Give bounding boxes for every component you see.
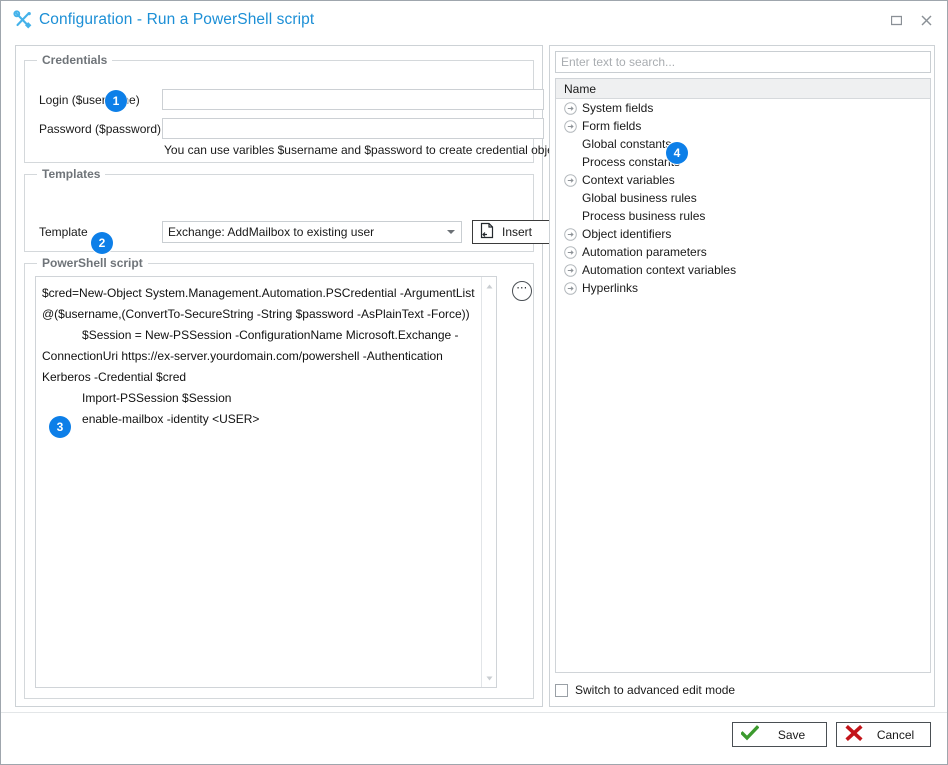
powershell-script-group: PowerShell script $cred=New-Object Syste…: [24, 256, 535, 699]
tree-item[interactable]: Form fields: [556, 117, 930, 135]
tree-item-label: Automation parameters: [582, 245, 707, 259]
tree-item[interactable]: Process business rules: [556, 207, 930, 225]
chevron-down-icon: [447, 230, 455, 234]
expand-arrow-icon[interactable]: [562, 244, 578, 260]
tree-item[interactable]: Automation parameters: [556, 243, 930, 261]
save-button-label: Save: [777, 727, 806, 742]
credentials-group: Credentials Login ($username) Password (…: [24, 53, 563, 163]
tree-item-label: Object identifiers: [582, 227, 672, 241]
close-icon[interactable]: [913, 7, 939, 33]
callout-badge-1: 1: [105, 90, 127, 112]
advanced-edit-mode-checkbox[interactable]: [555, 683, 568, 697]
script-scrollbar[interactable]: [481, 277, 496, 687]
tree-item[interactable]: Object identifiers: [556, 225, 930, 243]
cancel-button[interactable]: Cancel: [836, 722, 931, 747]
tree-item[interactable]: Process constants: [556, 153, 930, 171]
credentials-hint: You can use varibles $username and $pass…: [164, 143, 564, 157]
window-controls: [883, 1, 939, 39]
callout-badge-4: 4: [666, 142, 688, 164]
callout-badge-2: 2: [91, 232, 113, 254]
configuration-dialog: Configuration - Run a PowerShell script: [0, 0, 948, 765]
variables-tree: Name System fields Form fields Global cons…: [555, 78, 931, 673]
tree-item-label: Hyperlinks: [582, 281, 639, 295]
callout-badge-3: 3: [49, 416, 71, 438]
script-editor[interactable]: $cred=New-Object System.Management.Autom…: [35, 276, 497, 688]
tree-item[interactable]: Context variables: [556, 171, 930, 189]
tree-item[interactable]: Global constants: [556, 135, 930, 153]
title-bar: Configuration - Run a PowerShell script: [1, 1, 947, 39]
tree-item-label: Context variables: [582, 173, 675, 187]
tree-item-label: Form fields: [582, 119, 642, 133]
window-title: Configuration - Run a PowerShell script: [39, 11, 315, 28]
tree-item-label: Process constants: [582, 155, 681, 169]
dialog-body: Credentials Login ($username) Password (…: [1, 39, 947, 712]
tree-item-label: Global business rules: [582, 191, 697, 205]
tree-item-label: Global constants: [582, 137, 672, 151]
advanced-edit-mode-row[interactable]: Switch to advanced edit mode: [555, 680, 931, 700]
left-panel: Credentials Login ($username) Password (…: [15, 45, 563, 707]
scroll-down-arrow-icon[interactable]: [482, 671, 496, 685]
templates-group-title: Templates: [37, 167, 106, 181]
cancel-button-label: Cancel: [876, 727, 915, 742]
tree-item[interactable]: Hyperlinks: [556, 279, 930, 297]
tree-rows: System fields Form fields Global constants…: [556, 99, 930, 297]
tree-item[interactable]: Global business rules: [556, 189, 930, 207]
template-selected-value: Exchange: AddMailbox to existing user: [168, 225, 375, 239]
template-select[interactable]: Exchange: AddMailbox to existing user: [162, 221, 462, 243]
expand-arrow-icon[interactable]: [562, 262, 578, 278]
password-input[interactable]: [162, 118, 544, 139]
expand-arrow-icon[interactable]: [562, 100, 578, 116]
script-more-button[interactable]: ⋯: [509, 278, 535, 304]
tree-item-label: Automation context variables: [582, 263, 737, 277]
credentials-group-title: Credentials: [37, 53, 113, 67]
insert-button-label: Insert: [502, 225, 533, 239]
tree-column-header: Name: [556, 79, 930, 99]
tools-icon: [13, 10, 35, 30]
expand-arrow-icon[interactable]: [562, 280, 578, 296]
right-panel: Name System fields Form fields Global cons…: [549, 45, 935, 707]
expand-arrow-icon[interactable]: [562, 226, 578, 242]
password-label: Password ($password): [39, 122, 162, 136]
script-content: $cred=New-Object System.Management.Autom…: [42, 286, 475, 426]
tree-item[interactable]: System fields: [556, 99, 930, 117]
save-button[interactable]: Save: [732, 722, 827, 747]
script-group-title: PowerShell script: [37, 256, 148, 270]
paste-icon: [479, 222, 495, 242]
template-label: Template: [39, 225, 88, 239]
insert-button[interactable]: Insert: [472, 220, 550, 244]
green-check-icon: [740, 725, 760, 744]
search-input[interactable]: [555, 51, 931, 73]
maximize-icon[interactable]: [883, 7, 909, 33]
expand-arrow-icon[interactable]: [562, 118, 578, 134]
advanced-edit-mode-label: Switch to advanced edit mode: [575, 683, 736, 697]
footer-buttons: Save Cancel: [732, 722, 931, 747]
tree-item[interactable]: Automation context variables: [556, 261, 930, 279]
scroll-up-arrow-icon[interactable]: [482, 279, 496, 293]
ellipsis-circle-icon: ⋯: [512, 281, 532, 301]
login-input[interactable]: [162, 89, 544, 110]
tree-item-label: Process business rules: [582, 209, 706, 223]
tree-item-label: System fields: [582, 101, 654, 115]
red-x-icon: [845, 724, 863, 744]
expand-arrow-icon[interactable]: [562, 172, 578, 188]
dialog-footer: Save Cancel: [1, 712, 947, 764]
